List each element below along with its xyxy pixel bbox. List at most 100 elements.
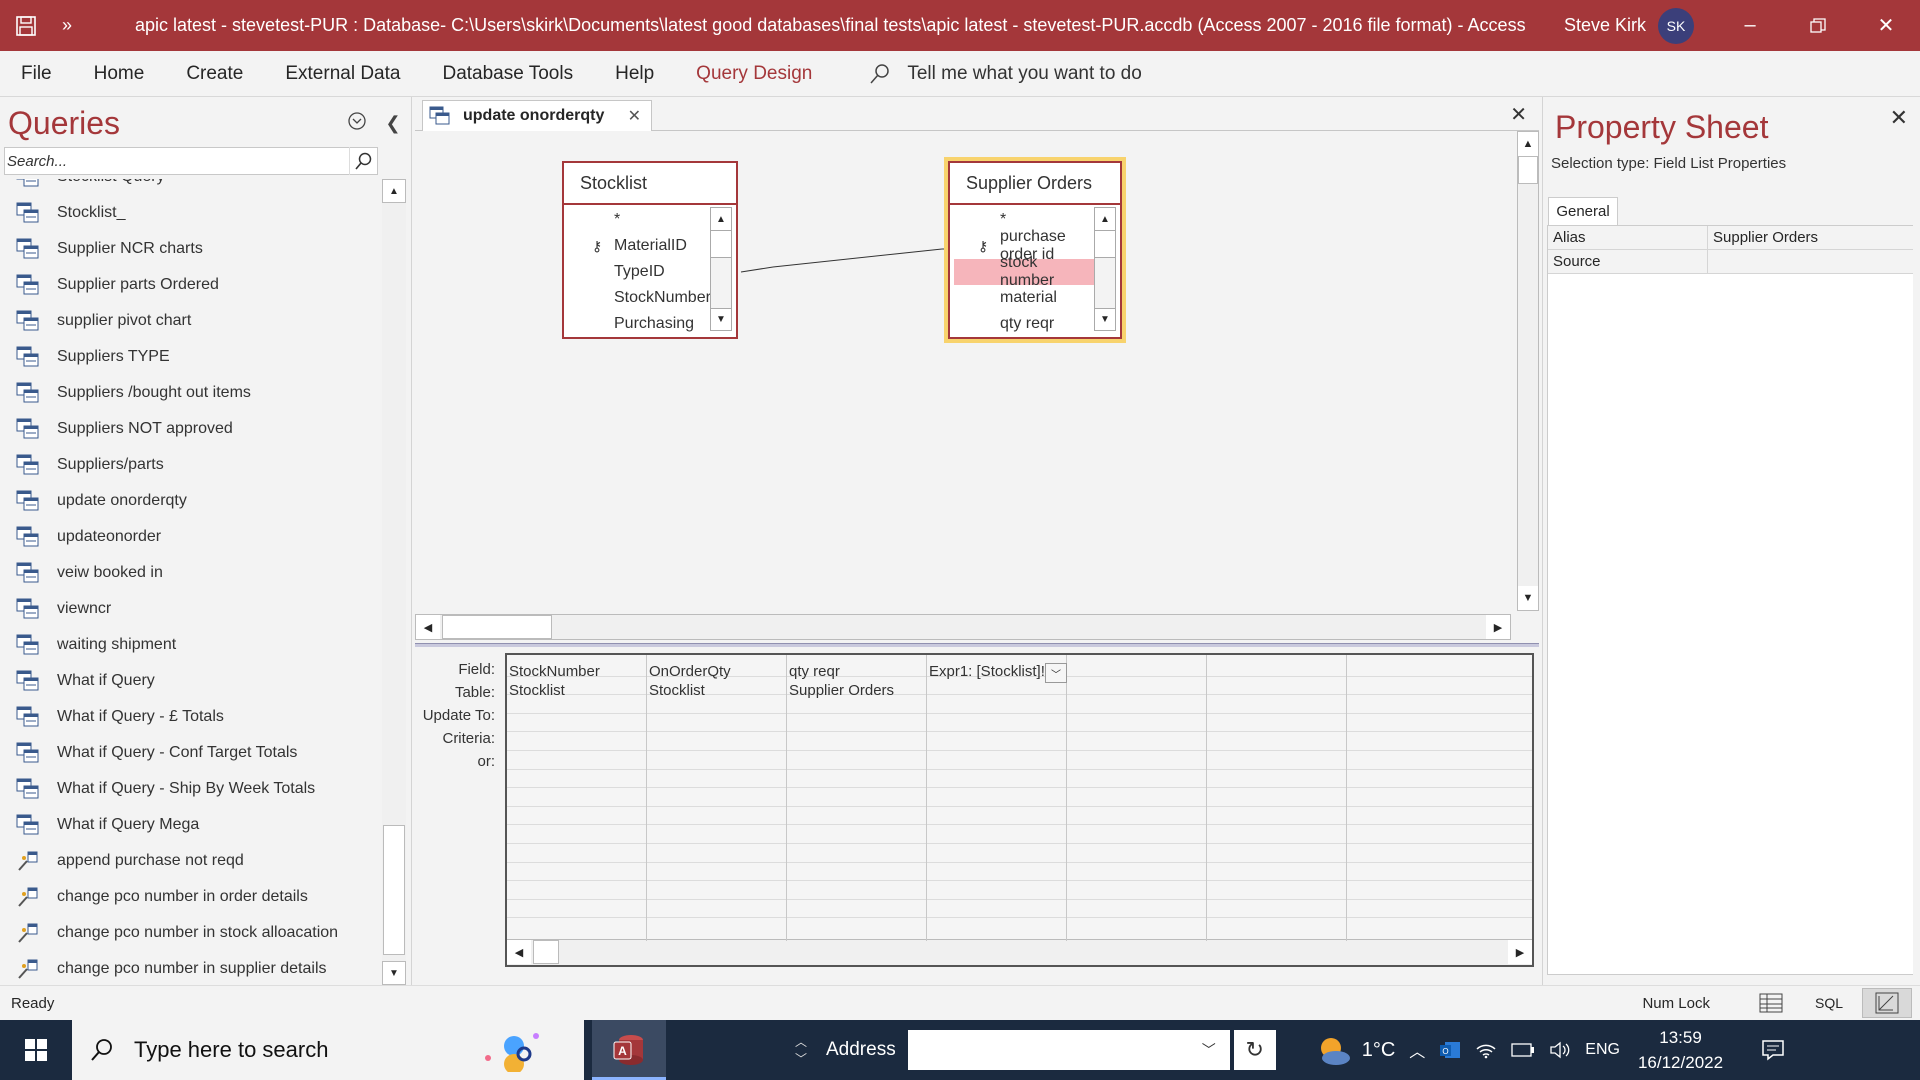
list-item[interactable]: Suppliers TYPE (0, 339, 380, 375)
tab-external-data[interactable]: External Data (264, 63, 421, 85)
scroll-right-icon[interactable]: ▶ (1486, 615, 1510, 639)
scroll-thumb[interactable] (383, 825, 405, 955)
table-field[interactable]: stock number (954, 254, 1094, 289)
nav-title[interactable]: Queries (0, 105, 339, 142)
taskbar-search-input[interactable]: Type here to search (72, 1020, 584, 1080)
user-name[interactable]: Steve Kirk (1564, 15, 1646, 36)
wifi-icon[interactable] (1475, 1041, 1497, 1059)
clock[interactable]: 13:59 16/12/2022 (1638, 1025, 1723, 1075)
list-item[interactable]: supplier pivot chart (0, 303, 380, 339)
grid-hscrollbar[interactable]: ◀ ▶ (507, 939, 1532, 965)
list-item[interactable]: Supplier NCR charts (0, 231, 380, 267)
outlook-icon[interactable]: O (1439, 1040, 1461, 1060)
list-item[interactable]: updateonorder (0, 519, 380, 555)
list-item[interactable]: Stocklist_ (0, 195, 380, 231)
close-icon[interactable]: ✕ (1890, 105, 1908, 131)
nav-search-input[interactable]: Search... (4, 147, 378, 175)
list-item[interactable]: Stocklist Query (0, 179, 380, 195)
list-item[interactable]: What if Query - £ Totals (0, 699, 380, 735)
property-value[interactable]: Supplier Orders (1708, 226, 1913, 249)
list-item[interactable]: What if Query - Conf Target Totals (0, 735, 380, 771)
weather-widget[interactable]: 1°C (1316, 1034, 1395, 1066)
grid-field-cell[interactable]: StockNumber (507, 663, 643, 680)
list-item[interactable]: What if Query (0, 663, 380, 699)
list-item[interactable]: append purchase not reqd (0, 843, 380, 879)
grid-column[interactable] (927, 655, 1067, 941)
address-input[interactable]: ﹀ (907, 1030, 1230, 1070)
tab-create[interactable]: Create (165, 63, 264, 85)
scroll-left-icon[interactable]: ◀ (507, 940, 531, 964)
tab-general[interactable]: General (1548, 197, 1618, 225)
search-icon[interactable] (349, 147, 377, 175)
table-supplier-orders[interactable]: Supplier Orders * ⚷ purchase order id stock… (948, 161, 1122, 339)
list-item[interactable]: veiw booked in (0, 555, 380, 591)
restore-button[interactable] (1784, 0, 1852, 51)
list-item[interactable]: Suppliers /bought out items (0, 375, 380, 411)
battery-icon[interactable] (1511, 1043, 1535, 1057)
grid-field-cell[interactable]: OnOrderQty (647, 663, 783, 680)
property-row-source[interactable]: Source (1548, 250, 1913, 274)
list-item[interactable]: waiting shipment (0, 627, 380, 663)
dropdown-arrow-icon[interactable]: ﹀ (1202, 1040, 1216, 1060)
list-item[interactable]: change pco number in supplier details (0, 951, 380, 979)
tab-home[interactable]: Home (73, 63, 166, 85)
refresh-icon[interactable]: ↻ (1233, 1030, 1276, 1070)
list-item[interactable]: viewncr (0, 591, 380, 627)
chevron-down-icon[interactable]: ﹀ (1045, 663, 1067, 683)
grid-column[interactable] (1207, 655, 1347, 941)
tab-file[interactable]: File (0, 63, 73, 85)
tab-help[interactable]: Help (594, 63, 675, 85)
scroll-thumb[interactable] (1095, 230, 1115, 258)
scroll-thumb[interactable] (533, 940, 559, 964)
pane-splitter[interactable] (415, 643, 1539, 647)
scroll-down-icon[interactable]: ▼ (1518, 586, 1538, 610)
field-list-scrollbar[interactable]: ▲ ▼ (1094, 207, 1116, 331)
tell-me-box[interactable]: Tell me what you want to do (869, 63, 1142, 85)
sql-view-button[interactable]: SQL (1804, 988, 1854, 1018)
nav-scrollbar[interactable]: ▲ ▼ (382, 179, 406, 985)
document-tab[interactable]: update onorderqty ✕ (422, 100, 652, 131)
list-item[interactable]: Suppliers/parts (0, 447, 380, 483)
scroll-down-icon[interactable]: ▼ (382, 961, 406, 985)
tab-database-tools[interactable]: Database Tools (421, 63, 594, 85)
language-indicator[interactable]: ENG (1585, 1041, 1620, 1059)
save-icon[interactable] (0, 0, 52, 51)
grid-field-cell[interactable]: qty reqr (787, 663, 923, 680)
collapse-nav-icon[interactable]: ❮ (375, 113, 411, 134)
minimize-button[interactable]: – (1716, 0, 1784, 51)
design-view-icon[interactable] (1862, 988, 1912, 1018)
scroll-down-icon[interactable]: ▼ (1095, 308, 1115, 330)
customize-quick-access-icon[interactable]: » (52, 15, 82, 36)
grid-table-cell[interactable]: Stocklist (507, 682, 643, 699)
scroll-up-icon[interactable]: ▲ (1518, 132, 1538, 156)
grid-table-cell[interactable]: Stocklist (647, 682, 783, 699)
table-field[interactable]: material (950, 285, 1094, 311)
scroll-thumb[interactable] (1518, 156, 1538, 184)
toolbar-chevron-icon[interactable]: ︿ ﹀ (786, 1033, 816, 1067)
notifications-icon[interactable] (1753, 1039, 1793, 1061)
property-value[interactable] (1708, 250, 1913, 273)
grid-table-cell[interactable]: Supplier Orders (787, 682, 923, 699)
scroll-up-icon[interactable]: ▲ (1095, 208, 1115, 230)
property-row-alias[interactable]: Alias Supplier Orders (1548, 226, 1913, 250)
list-item[interactable]: What if Query - Ship By Week Totals (0, 771, 380, 807)
close-tab-icon[interactable]: ✕ (628, 106, 641, 126)
table-pane-vscrollbar[interactable]: ▲ ▼ (1517, 131, 1539, 611)
close-document-icon[interactable]: ✕ (1510, 102, 1527, 127)
table-field[interactable]: qty reqr (950, 311, 1094, 337)
list-item[interactable]: change pco number in stock alloacation (0, 915, 380, 951)
list-item[interactable]: change pco number in order details (0, 879, 380, 915)
grid-cells[interactable]: ◀ ▶ StockNumber Stocklist OnOrderQty Stockl… (505, 653, 1534, 967)
grid-column[interactable] (1067, 655, 1207, 941)
table-pane-hscrollbar[interactable]: ◀ ▶ (415, 614, 1511, 640)
access-app-icon[interactable]: A (592, 1020, 666, 1080)
scroll-up-icon[interactable]: ▲ (382, 179, 406, 203)
list-item[interactable]: What if Query Mega (0, 807, 380, 843)
grid-field-cell[interactable]: Expr1: [Stocklist]![OnOrderQty] (927, 663, 1045, 680)
table-title[interactable]: Supplier Orders (950, 163, 1120, 205)
scroll-right-icon[interactable]: ▶ (1508, 940, 1532, 964)
list-item[interactable]: update onorderqty (0, 483, 380, 519)
list-item[interactable]: Supplier parts Ordered (0, 267, 380, 303)
volume-icon[interactable] (1549, 1041, 1571, 1059)
windows-start-icon[interactable] (0, 1020, 72, 1080)
